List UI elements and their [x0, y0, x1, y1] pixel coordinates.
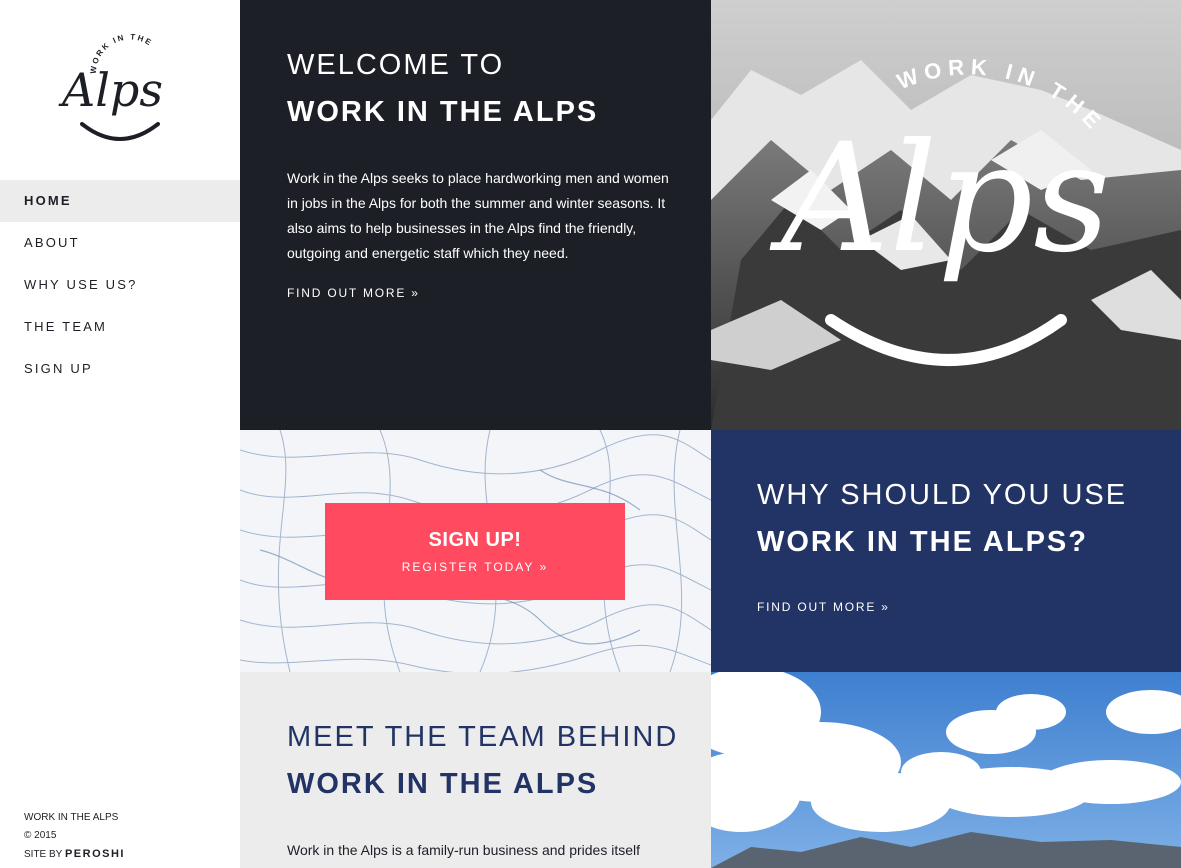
- site-logo[interactable]: WORK IN THE Alps: [58, 34, 182, 148]
- why-title-bold: WORK IN THE ALPS?: [757, 526, 1088, 558]
- team-section: MEET THE TEAM BEHIND WORK IN THE ALPS Wo…: [240, 672, 711, 868]
- footer-site-name: WORK IN THE ALPS: [24, 812, 119, 823]
- sign-up-button[interactable]: SIGN UP! REGISTER TODAY »: [325, 503, 625, 600]
- welcome-find-out-more-link[interactable]: FIND OUT MORE »: [287, 286, 420, 300]
- welcome-title-bold: WORK IN THE ALPS: [287, 96, 599, 128]
- welcome-body: Work in the Alps seeks to place hardwork…: [287, 170, 669, 261]
- sky-clouds-image: [711, 672, 1181, 868]
- team-body: Work in the Alps is a family-run busines…: [287, 842, 641, 858]
- footer-credit: SITE BY PEROSHI: [24, 845, 125, 864]
- signup-section: SIGN UP! REGISTER TODAY »: [240, 430, 711, 672]
- nav-item-why-use-us[interactable]: WHY USE US?: [0, 264, 240, 306]
- footer-brand-link[interactable]: PEROSHI: [65, 848, 125, 860]
- nav-item-the-team[interactable]: THE TEAM: [0, 306, 240, 348]
- why-section: WHY SHOULD YOU USE WORK IN THE ALPS? FIN…: [711, 430, 1181, 672]
- sidebar: WORK IN THE Alps HOME ABOUT WHY USE US? …: [0, 0, 240, 868]
- nav-item-sign-up[interactable]: SIGN UP: [0, 348, 240, 390]
- footer-site-by: SITE BY: [24, 849, 63, 860]
- sky-photo: [711, 672, 1181, 868]
- svg-text:Alps: Alps: [769, 112, 1110, 286]
- welcome-title-light: WELCOME TO: [287, 49, 505, 81]
- footer: WORK IN THE ALPS © 2015 SITE BY PEROSHI: [24, 809, 125, 864]
- welcome-section: WELCOME TO WORK IN THE ALPS Work in the …: [240, 0, 711, 430]
- why-title-light: WHY SHOULD YOU USE: [757, 479, 1128, 511]
- hero-logo-overlay: WORK IN THE Alps: [769, 54, 1110, 366]
- footer-copyright: © 2015: [24, 830, 57, 841]
- sign-up-button-title: SIGN UP!: [428, 529, 522, 551]
- team-title-bold: WORK IN THE ALPS: [287, 768, 599, 800]
- nav-item-about[interactable]: ABOUT: [0, 222, 240, 264]
- team-title-light: MEET THE TEAM BEHIND: [287, 721, 679, 753]
- nav-item-home[interactable]: HOME: [0, 180, 240, 222]
- hero-mountain-image: WORK IN THE Alps: [711, 0, 1181, 430]
- sign-up-button-subtitle: REGISTER TODAY »: [401, 560, 549, 574]
- why-find-out-more-link[interactable]: FIND OUT MORE »: [757, 600, 890, 614]
- svg-text:Alps: Alps: [58, 63, 163, 117]
- main-nav: HOME ABOUT WHY USE US? THE TEAM SIGN UP: [0, 180, 240, 390]
